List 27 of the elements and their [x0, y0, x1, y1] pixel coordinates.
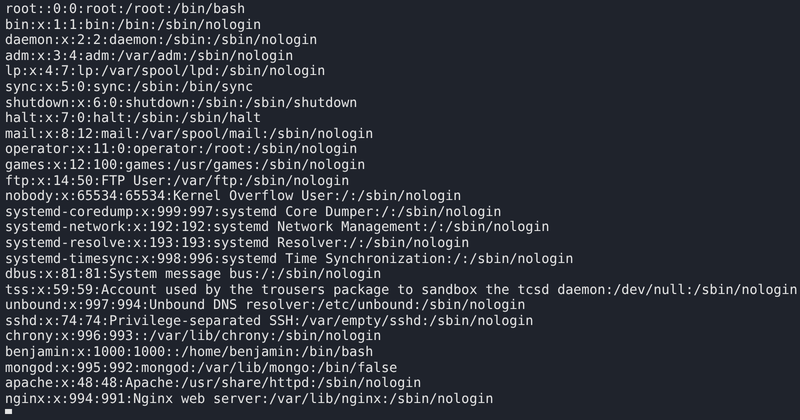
terminal-line: nobody:x:65534:65534:Kernel Overflow User:/:/sbin/nologin [5, 189, 462, 205]
terminal-line: mongod:x:995:992:mongod:/var/lib/mongo:/bin/false [5, 360, 398, 376]
terminal-line: tss:x:59:59:Account used by the trousers package to sandbox the tcsd daemon:/dev/null:/sbin/nologin [5, 282, 798, 298]
terminal-line: shutdown:x:6:0:shutdown:/sbin:/sbin/shutdown [5, 96, 358, 112]
terminal-line: adm:x:3:4:adm:/var/adm:/sbin/nologin [5, 48, 294, 64]
terminal-line: lp:x:4:7:lp:/var/spool/lpd:/sbin/nologin [5, 64, 326, 80]
terminal-line: bin:x:1:1:bin:/bin:/sbin/nologin [5, 18, 262, 34]
terminal-line: chrony:x:996:993::/var/lib/chrony:/sbin/nologin [5, 329, 382, 346]
terminal-line: systemd-resolve:x:193:193:systemd Resolver:/:/sbin/nologin [5, 236, 470, 252]
terminal-line: dbus:x:81:81:System message bus:/:/sbin/nologin [5, 267, 382, 283]
terminal-line: daemon:x:2:2:daemon:/sbin:/sbin/nologin [5, 33, 318, 49]
terminal-line: apache:x:48:48:Apache:/usr/share/httpd:/sbin/nologin [5, 376, 422, 392]
terminal-line: root::0:0:root:/root:/bin/bash [5, 2, 246, 18]
terminal-line: benjamin:x:1000:1000::/home/benjamin:/bin/bash [5, 345, 374, 361]
text-cursor [5, 409, 12, 414]
terminal-line: unbound:x:997:994:Unbound DNS resolver:/etc/unbound:/sbin/nologin [5, 298, 526, 314]
terminal-line: systemd-network:x:192:192:systemd Network Management:/:/sbin/nologin [5, 220, 550, 236]
terminal-line: systemd-timesync:x:998:996:systemd Time Synchronization:/:/sbin/nologin [5, 252, 574, 268]
terminal-line: halt:x:7:0:halt:/sbin:/sbin/halt [5, 111, 262, 127]
terminal-line: sync:x:5:0:sync:/sbin:/bin/sync [5, 80, 254, 96]
terminal-line: systemd-coredump:x:999:997:systemd Core Dumper:/:/sbin/nologin [5, 204, 502, 220]
terminal-line: nginx:x:994:991:Nginx web server:/var/lib/nginx:/sbin/nologin [5, 392, 494, 408]
terminal-line: mail:x:8:12:mail:/var/spool/mail:/sbin/nologin [5, 126, 374, 142]
terminal-line: operator:x:11:0:operator:/root:/sbin/nologin [5, 142, 358, 158]
terminal-line: games:x:12:100:games:/usr/games:/sbin/nologin [5, 158, 366, 174]
terminal-line: sshd:x:74:74:Privilege-separated SSH:/var/empty/sshd:/sbin/nologin [5, 314, 534, 330]
terminal-line: ftp:x:14:50:FTP User:/var/ftp:/sbin/nologin [5, 174, 350, 190]
